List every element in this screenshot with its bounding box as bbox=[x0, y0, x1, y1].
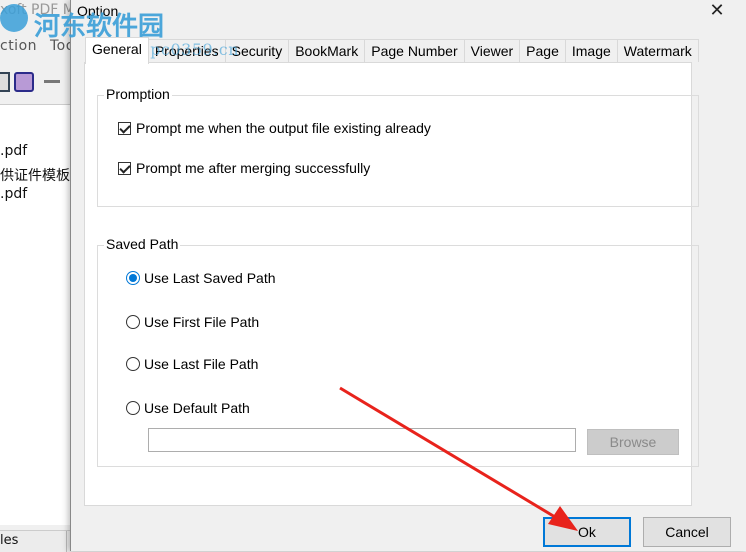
tab-page-number[interactable]: Page Number bbox=[364, 39, 465, 62]
saved-path-group-label: Saved Path bbox=[104, 236, 181, 252]
tab-image[interactable]: Image bbox=[564, 39, 618, 62]
tab-watermark[interactable]: Watermark bbox=[616, 39, 699, 62]
browse-button[interactable]: Browse bbox=[587, 429, 679, 455]
general-tab-panel: Promption Prompt me when the output file… bbox=[84, 62, 699, 506]
option-dialog: Option ✕ General Properties Security Boo… bbox=[70, 0, 746, 551]
close-icon[interactable]: ✕ bbox=[705, 0, 729, 22]
radio-label: Use First File Path bbox=[144, 314, 260, 330]
prompt-after-merge-checkbox[interactable]: Prompt me after merging successfully bbox=[118, 160, 370, 176]
background-toolbar bbox=[0, 66, 80, 100]
radio-unselected-icon[interactable] bbox=[126, 315, 140, 329]
status-files-label: les bbox=[0, 533, 19, 548]
radio-use-last-saved-path[interactable]: Use Last Saved Path bbox=[126, 270, 276, 286]
file-list-item[interactable]: .pdf bbox=[0, 186, 27, 202]
radio-use-first-file-path[interactable]: Use First File Path bbox=[126, 314, 259, 330]
tab-viewer[interactable]: Viewer bbox=[463, 39, 521, 62]
stop-icon[interactable] bbox=[14, 72, 34, 92]
radio-label: Use Default Path bbox=[144, 400, 250, 416]
cancel-button[interactable]: Cancel bbox=[643, 517, 731, 547]
checkbox-label: Prompt me after merging successfully bbox=[136, 160, 371, 176]
promption-group: Promption Prompt me when the output file… bbox=[97, 86, 699, 207]
radio-unselected-icon[interactable] bbox=[126, 357, 140, 371]
radio-label: Use Last File Path bbox=[144, 356, 259, 372]
checkbox-checked-icon[interactable] bbox=[118, 121, 131, 135]
saved-path-group: Saved Path Use Last Saved Path Use First… bbox=[97, 236, 699, 467]
toolbar-button-icon[interactable] bbox=[0, 72, 10, 92]
default-path-input[interactable] bbox=[148, 428, 576, 452]
file-list: .pdf 供证件模板 .pdf bbox=[0, 104, 72, 525]
tab-bookmark[interactable]: BookMark bbox=[288, 39, 366, 62]
minus-icon[interactable] bbox=[44, 80, 60, 83]
radio-use-last-file-path[interactable]: Use Last File Path bbox=[126, 356, 258, 372]
file-list-item[interactable]: .pdf bbox=[0, 143, 27, 159]
radio-label: Use Last Saved Path bbox=[144, 270, 276, 286]
tab-general[interactable]: General bbox=[85, 37, 149, 64]
radio-use-default-path[interactable]: Use Default Path bbox=[126, 400, 250, 416]
file-list-item[interactable]: 供证件模板 bbox=[0, 165, 70, 185]
checkbox-checked-icon[interactable] bbox=[118, 161, 131, 175]
status-separator bbox=[66, 531, 67, 552]
menu-item-action[interactable]: ction bbox=[0, 38, 37, 54]
radio-unselected-icon[interactable] bbox=[126, 401, 140, 415]
promption-group-label: Promption bbox=[104, 86, 172, 102]
prompt-output-exists-checkbox[interactable]: Prompt me when the output file existing … bbox=[118, 120, 431, 136]
tab-page[interactable]: Page bbox=[519, 39, 566, 62]
checkbox-label: Prompt me when the output file existing … bbox=[136, 120, 431, 136]
watermark-logo-icon bbox=[0, 4, 28, 32]
ok-button[interactable]: Ok bbox=[543, 517, 631, 547]
radio-selected-icon[interactable] bbox=[126, 271, 140, 285]
